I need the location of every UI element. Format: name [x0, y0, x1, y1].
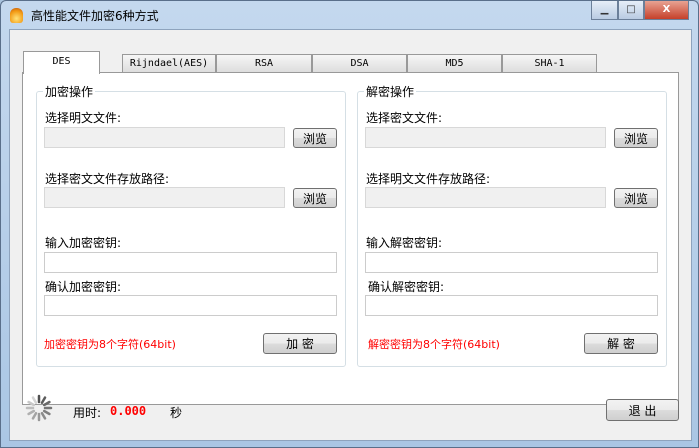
source-label: 选择明文文件:	[45, 111, 122, 125]
tab-panel: 加密操作 选择明文文件: 浏览 选择密文文件存放路径: 浏览 输入加密密钥: 确…	[22, 72, 679, 405]
spinner-spoke	[27, 400, 36, 407]
encrypt-confirm-key-input[interactable]	[44, 295, 337, 316]
minimize-button[interactable]: ▁	[591, 1, 618, 20]
tab-sha1[interactable]: SHA-1	[502, 54, 597, 73]
tab-aes[interactable]: Rijndael(AES)	[122, 54, 216, 73]
window-title: 高性能文件加密6种方式	[31, 9, 159, 23]
ciphertext-file-input[interactable]	[365, 127, 606, 148]
elapsed-label: 用时:	[73, 406, 102, 420]
spinner-spoke	[42, 400, 51, 407]
spinner-spoke	[40, 411, 47, 420]
confirm-key-label: 确认解密密钥:	[368, 280, 445, 294]
app-flame-icon	[10, 8, 23, 23]
decrypt-button[interactable]: 解 密	[584, 333, 658, 354]
encrypt-group: 加密操作 选择明文文件: 浏览 选择密文文件存放路径: 浏览 输入加密密钥: 确…	[36, 83, 346, 367]
key-label: 输入加密密钥:	[45, 236, 122, 250]
client-area: DES Rijndael(AES) RSA DSA MD5 SHA-1 加密操作…	[9, 29, 692, 441]
browse-cipher-path-button[interactable]: 浏览	[293, 188, 337, 208]
encrypt-key-input[interactable]	[44, 252, 337, 273]
dest-label: 选择密文文件存放路径:	[45, 172, 170, 186]
confirm-key-label: 确认加密密钥:	[45, 280, 122, 294]
tab-dsa[interactable]: DSA	[312, 54, 407, 73]
browse-ciphertext-button[interactable]: 浏览	[614, 128, 658, 148]
encrypt-button[interactable]: 加 密	[263, 333, 337, 354]
decrypt-key-input[interactable]	[365, 252, 658, 273]
source-label: 选择密文文件:	[366, 111, 443, 125]
loading-spinner-icon	[25, 394, 53, 422]
plaintext-path-input[interactable]	[365, 187, 606, 208]
tab-md5[interactable]: MD5	[407, 54, 502, 73]
spinner-spoke	[42, 409, 51, 416]
elapsed-value: 0.000	[110, 404, 147, 418]
ciphertext-path-input[interactable]	[44, 187, 285, 208]
key-label: 输入解密密钥:	[366, 236, 443, 250]
spinner-spoke	[31, 396, 38, 405]
decrypt-key-hint: 解密密钥为8个字符(64bit)	[368, 338, 500, 351]
decrypt-confirm-key-input[interactable]	[365, 295, 658, 316]
maximize-button[interactable]: □	[618, 1, 644, 20]
close-button[interactable]: X	[644, 1, 689, 20]
tab-rsa[interactable]: RSA	[216, 54, 312, 73]
exit-button[interactable]: 退 出	[606, 399, 679, 421]
encrypt-group-label: 加密操作	[43, 83, 96, 100]
spinner-spoke	[40, 396, 47, 405]
encrypt-key-hint: 加密密钥为8个字符(64bit)	[44, 338, 176, 351]
plaintext-file-input[interactable]	[44, 127, 285, 148]
app-window: 高性能文件加密6种方式 ▁ □ X DES Rijndael(AES) RSA …	[0, 0, 699, 448]
dest-label: 选择明文文件存放路径:	[366, 172, 491, 186]
browse-plain-path-button[interactable]: 浏览	[614, 188, 658, 208]
browse-plaintext-button[interactable]: 浏览	[293, 128, 337, 148]
elapsed-unit: 秒	[170, 406, 183, 420]
spinner-spoke	[31, 411, 38, 420]
decrypt-group: 解密操作 选择密文文件: 浏览 选择明文文件存放路径: 浏览 输入解密密钥: 确…	[357, 83, 667, 367]
decrypt-group-label: 解密操作	[364, 83, 417, 100]
tab-des[interactable]: DES	[23, 51, 100, 74]
spinner-spoke	[27, 409, 36, 416]
